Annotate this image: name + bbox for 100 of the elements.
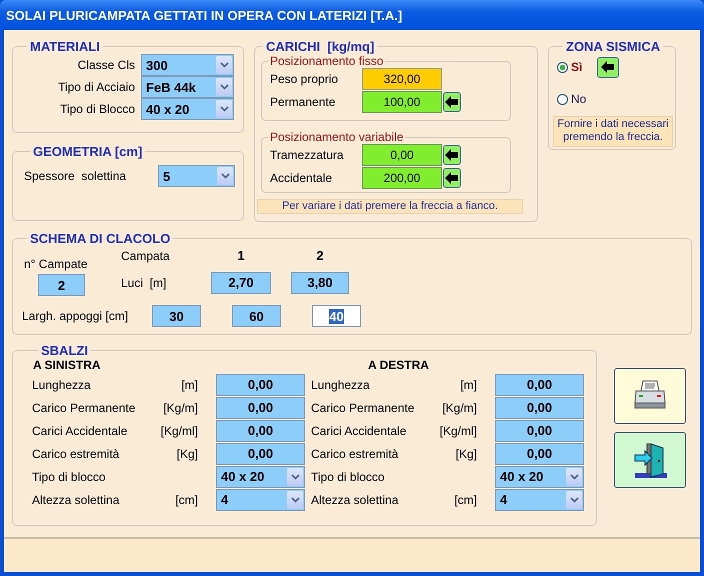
dropdown-button[interactable] (216, 100, 232, 118)
chevron-icon (570, 496, 578, 502)
column-header: 1 (236, 248, 246, 264)
chevron-icon (220, 62, 228, 68)
field-label: Permanente (269, 95, 336, 109)
column-header: A SINISTRA (32, 358, 102, 373)
arrow-button[interactable] (443, 168, 461, 188)
input-field[interactable]: 0,00 (216, 420, 305, 442)
dropdown-button[interactable] (566, 490, 582, 508)
field-label: Peso proprio (269, 72, 340, 86)
section-title: Posizionamento fisso (269, 54, 384, 68)
radio-label[interactable]: Sì (571, 60, 582, 74)
dropdown-button[interactable] (287, 468, 303, 486)
dropdown-button[interactable] (566, 468, 582, 486)
dropdown-button[interactable] (287, 490, 303, 508)
radio-button[interactable] (557, 94, 568, 104)
dropdown[interactable]: 5 (158, 165, 235, 187)
field-label: Largh. appoggi [cm] (21, 309, 130, 323)
field-label: Lunghezza (32, 378, 92, 392)
column-header: A DESTRA (367, 358, 430, 373)
input-field[interactable]: 0,00 (216, 396, 305, 418)
column-header: 2 (315, 248, 325, 264)
field-label: Tipo di blocco (311, 470, 386, 484)
unit-label: [cm] (174, 492, 198, 506)
input-field[interactable]: 2 (38, 274, 85, 296)
dropdown[interactable]: FeB 44k (141, 76, 234, 98)
field-label: Campata (121, 248, 171, 263)
dropdown[interactable]: 4 (216, 488, 305, 510)
dropdown[interactable]: 40 x 20 (141, 98, 234, 120)
field-label: n° Campate (23, 257, 88, 271)
input-field[interactable]: 2,70 (211, 272, 271, 294)
dropdown[interactable]: 40 x 20 (495, 466, 584, 488)
arrow-icon (601, 61, 616, 73)
input-field[interactable]: 0,00 (495, 374, 584, 396)
radio-button[interactable] (557, 62, 568, 72)
dropdown[interactable]: 300 (141, 54, 234, 76)
chevron-icon (290, 496, 300, 502)
field-label: Carico Permanente (311, 400, 416, 414)
input-field[interactable]: 100,00 (362, 91, 442, 113)
dropdown[interactable]: 40 x 20 (216, 466, 305, 488)
field-label: Carici Accidentale (311, 424, 408, 438)
field-label: Accidentale (269, 171, 334, 185)
unit-label: [Kg/m] (162, 400, 198, 414)
dropdown-button[interactable] (216, 78, 232, 96)
chevron-icon (220, 106, 228, 112)
unit-label: [Kg/ml] (438, 424, 477, 438)
hint-text: Fornire i dati necessari premendo la freccia. (553, 116, 673, 147)
chevron-icon (220, 84, 228, 90)
field-label: Tramezzatura (269, 148, 345, 162)
field-label: Lunghezza (311, 378, 371, 392)
print-button[interactable] (614, 368, 686, 424)
dropdown-button[interactable] (217, 167, 233, 185)
input-field[interactable]: 0,00 (362, 144, 442, 166)
arrow-icon (445, 96, 459, 108)
unit-label: [m] (180, 378, 198, 392)
input-field[interactable]: 200,00 (362, 167, 442, 189)
section-title: SCHEMA DI CLACOLO (29, 231, 172, 246)
door-exit-icon (633, 441, 667, 479)
unit-label: [cm] (453, 492, 477, 506)
field-label: Tipo di Blocco (59, 101, 135, 118)
arrow-button[interactable] (597, 56, 620, 78)
input-field[interactable]: 0,00 (495, 396, 584, 418)
input-field[interactable]: 3,80 (291, 272, 349, 294)
input-field[interactable]: 0,00 (216, 374, 305, 396)
input-field[interactable]: 30 (152, 305, 201, 327)
window-title: SOLAI PLURICAMPATA GETTATI IN OPERA CON LATERIZI [T.A.] (6, 8, 402, 22)
input-field[interactable]: 0,00 (495, 420, 584, 442)
input-field[interactable]: 0,00 (495, 442, 584, 464)
section-title: Posizionamento variabile (269, 130, 404, 144)
section-title: SBALZI (40, 343, 89, 358)
field-label: Tipo di Acciaio (57, 79, 135, 96)
input-field[interactable]: 40 (312, 305, 361, 327)
section-title: MATERIALI (29, 39, 101, 54)
field-label: Altezza solettina (311, 492, 400, 506)
field-label: Altezza solettina (32, 492, 120, 506)
unit-label: [Kg/m] (441, 400, 477, 414)
radio-label[interactable]: No (571, 92, 586, 106)
field-label: Carico Permanente (32, 400, 136, 414)
field-label: Carico estremità (311, 446, 400, 460)
arrow-button[interactable] (443, 92, 461, 112)
input-field[interactable]: 0,00 (216, 442, 305, 464)
unit-label: [Kg] (176, 446, 198, 460)
arrow-icon (445, 172, 459, 184)
input-field[interactable]: 60 (232, 305, 281, 327)
section-title: GEOMETRIA [cm] (32, 144, 144, 159)
field-label: Spessore solettina (24, 169, 128, 183)
field-label: Carici Accidentale (32, 424, 128, 438)
field-label: Tipo di blocco (32, 470, 107, 484)
chevron-icon (290, 474, 300, 480)
unit-label: [m] (459, 378, 477, 392)
unit-label: [Kg] (454, 446, 477, 460)
dropdown-button[interactable] (216, 56, 232, 74)
arrow-button[interactable] (443, 145, 461, 165)
arrow-icon (445, 149, 459, 161)
input-field: 320,00 (362, 68, 442, 90)
section-title: ZONA SISMICA (565, 39, 662, 54)
dropdown[interactable]: 4 (495, 488, 584, 510)
exit-button[interactable] (614, 432, 686, 488)
hint-text: Per variare i dati premere la freccia a fianco. (257, 199, 523, 214)
section-title: CARICHI [kg/mq] (265, 39, 376, 54)
